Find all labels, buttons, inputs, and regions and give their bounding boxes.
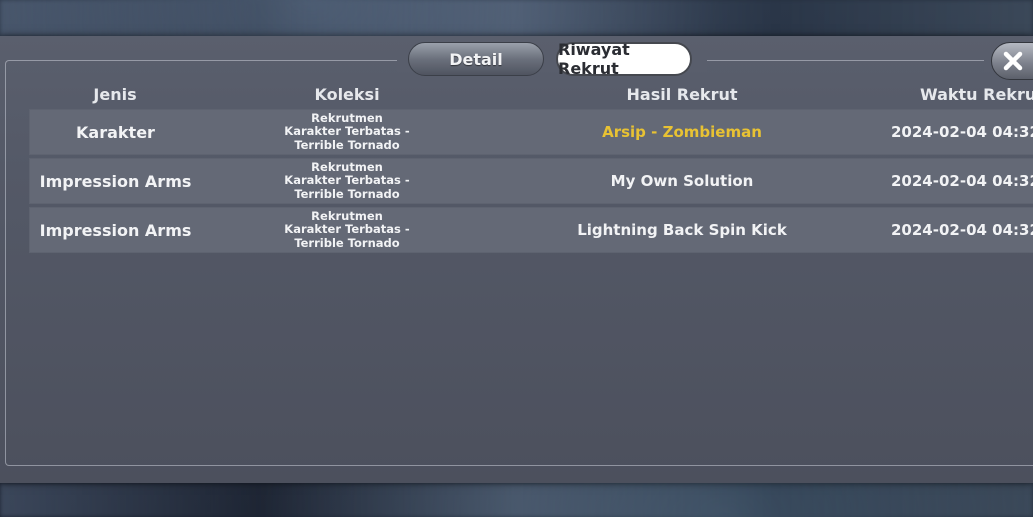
row-hasil: Lightning Back Spin Kick [577, 221, 787, 239]
column-header-waktu: Waktu Rekrut [920, 85, 1033, 104]
table-row: Impression Arms Rekrutmen Karakter Terba… [29, 158, 1033, 204]
column-header-jenis: Jenis [93, 85, 137, 104]
row-jenis: Impression Arms [39, 171, 192, 191]
row-hasil: My Own Solution [610, 172, 754, 190]
table-row: Karakter Rekrutmen Karakter Terbatas - T… [29, 109, 1033, 155]
tab-detail[interactable]: Detail [408, 42, 544, 76]
table-row: Impression Arms Rekrutmen Karakter Terba… [29, 207, 1033, 253]
row-koleksi: Rekrutmen Karakter Terbatas - Terrible T… [284, 208, 410, 250]
row-koleksi: Rekrutmen Karakter Terbatas - Terrible T… [284, 110, 410, 152]
tab-riwayat-rekrut[interactable]: Riwayat Rekrut [556, 40, 692, 78]
background-bottom [0, 483, 1033, 517]
close-icon [1002, 50, 1024, 72]
row-waktu: 2024-02-04 04:32:25 [891, 172, 1033, 190]
column-header-koleksi: Koleksi [314, 85, 380, 104]
row-waktu: 2024-02-04 04:32:25 [891, 221, 1033, 239]
row-jenis: Impression Arms [39, 220, 192, 240]
row-koleksi: Rekrutmen Karakter Terbatas - Terrible T… [284, 159, 410, 201]
row-jenis: Karakter [76, 122, 155, 142]
row-hasil: Arsip - Zombieman [602, 123, 762, 141]
recruit-history-panel: Detail Riwayat Rekrut Jenis Koleksi Hasi… [0, 36, 1033, 483]
row-waktu: 2024-02-04 04:32:25 [891, 123, 1033, 141]
column-header-hasil: Hasil Rekrut [626, 85, 738, 104]
close-button[interactable] [991, 42, 1033, 80]
background-top [0, 0, 1033, 36]
